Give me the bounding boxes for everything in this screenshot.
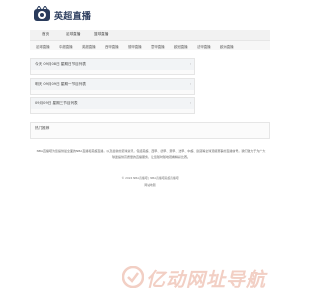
schedule-later[interactable]: 09月09日 星期三节目列表 › xyxy=(30,97,195,114)
chevron-right-icon[interactable]: › xyxy=(190,62,191,66)
chevron-right-icon[interactable]: › xyxy=(190,82,191,86)
schedule-label[interactable]: 09月09日 星期三节目列表 xyxy=(35,101,78,105)
watermark: 亿动网址导航 xyxy=(120,264,300,292)
copyright-text: © 2024 NBA直播吧 | NBA直播吧英超直播吧 xyxy=(121,176,179,180)
watermark-logo-icon xyxy=(121,265,145,289)
subnav-europe[interactable]: 欧洲直播 xyxy=(220,44,234,49)
watermark-text: 亿动网址导航 xyxy=(146,269,267,291)
schedule-tomorrow[interactable]: 明天 09月09日 星期一节目列表 › xyxy=(30,78,195,95)
subnav-bundesliga[interactable]: 德甲直播 xyxy=(128,44,142,49)
subnav-ucl[interactable]: 欧冠直播 xyxy=(174,44,188,49)
hot-recommend-title: 热门推荐 xyxy=(35,126,50,130)
nav-home[interactable]: 首页 xyxy=(42,32,49,37)
site-header: 英超直播 xyxy=(30,4,270,28)
site-logo-text[interactable]: 英超直播 xyxy=(54,9,91,22)
subnav-football[interactable]: 足球直播 xyxy=(36,44,50,49)
schedule-label[interactable]: 明天 09月09日 星期一节目列表 xyxy=(35,82,86,86)
site-intro-text: NBA直播吧为您提供最全面的NBA直播和英超直播，以及最新的足球资讯，包括英超、… xyxy=(36,149,266,159)
subnav-laliga[interactable]: 西甲直播 xyxy=(105,44,119,49)
schedule-label[interactable]: 今天 09月08日 星期日节目列表 xyxy=(35,62,86,66)
schedule-today[interactable]: 今天 09月08日 星期日节目列表 › xyxy=(30,58,195,75)
subnav-csl[interactable]: 中超直播 xyxy=(59,44,73,49)
subnav-epl[interactable]: 英超直播 xyxy=(82,44,96,49)
subnav-seriea[interactable]: 意甲直播 xyxy=(151,44,165,49)
nav-basketball-live[interactable]: 篮球直播 xyxy=(94,32,108,37)
subnav-ligue1[interactable]: 法甲直播 xyxy=(197,44,211,49)
sitemap-link[interactable]: 网站地图 xyxy=(30,183,270,187)
logo-icon[interactable] xyxy=(32,5,52,24)
hot-recommend-panel: 热门推荐 xyxy=(30,122,270,139)
sub-nav: 足球直播 中超直播 英超直播 西甲直播 德甲直播 意甲直播 欧冠直播 法甲直播 … xyxy=(30,40,270,50)
main-nav: 首页 足球直播 篮球直播 xyxy=(30,30,270,40)
chevron-right-icon[interactable]: › xyxy=(190,101,191,105)
nav-football-live[interactable]: 足球直播 xyxy=(66,32,80,37)
